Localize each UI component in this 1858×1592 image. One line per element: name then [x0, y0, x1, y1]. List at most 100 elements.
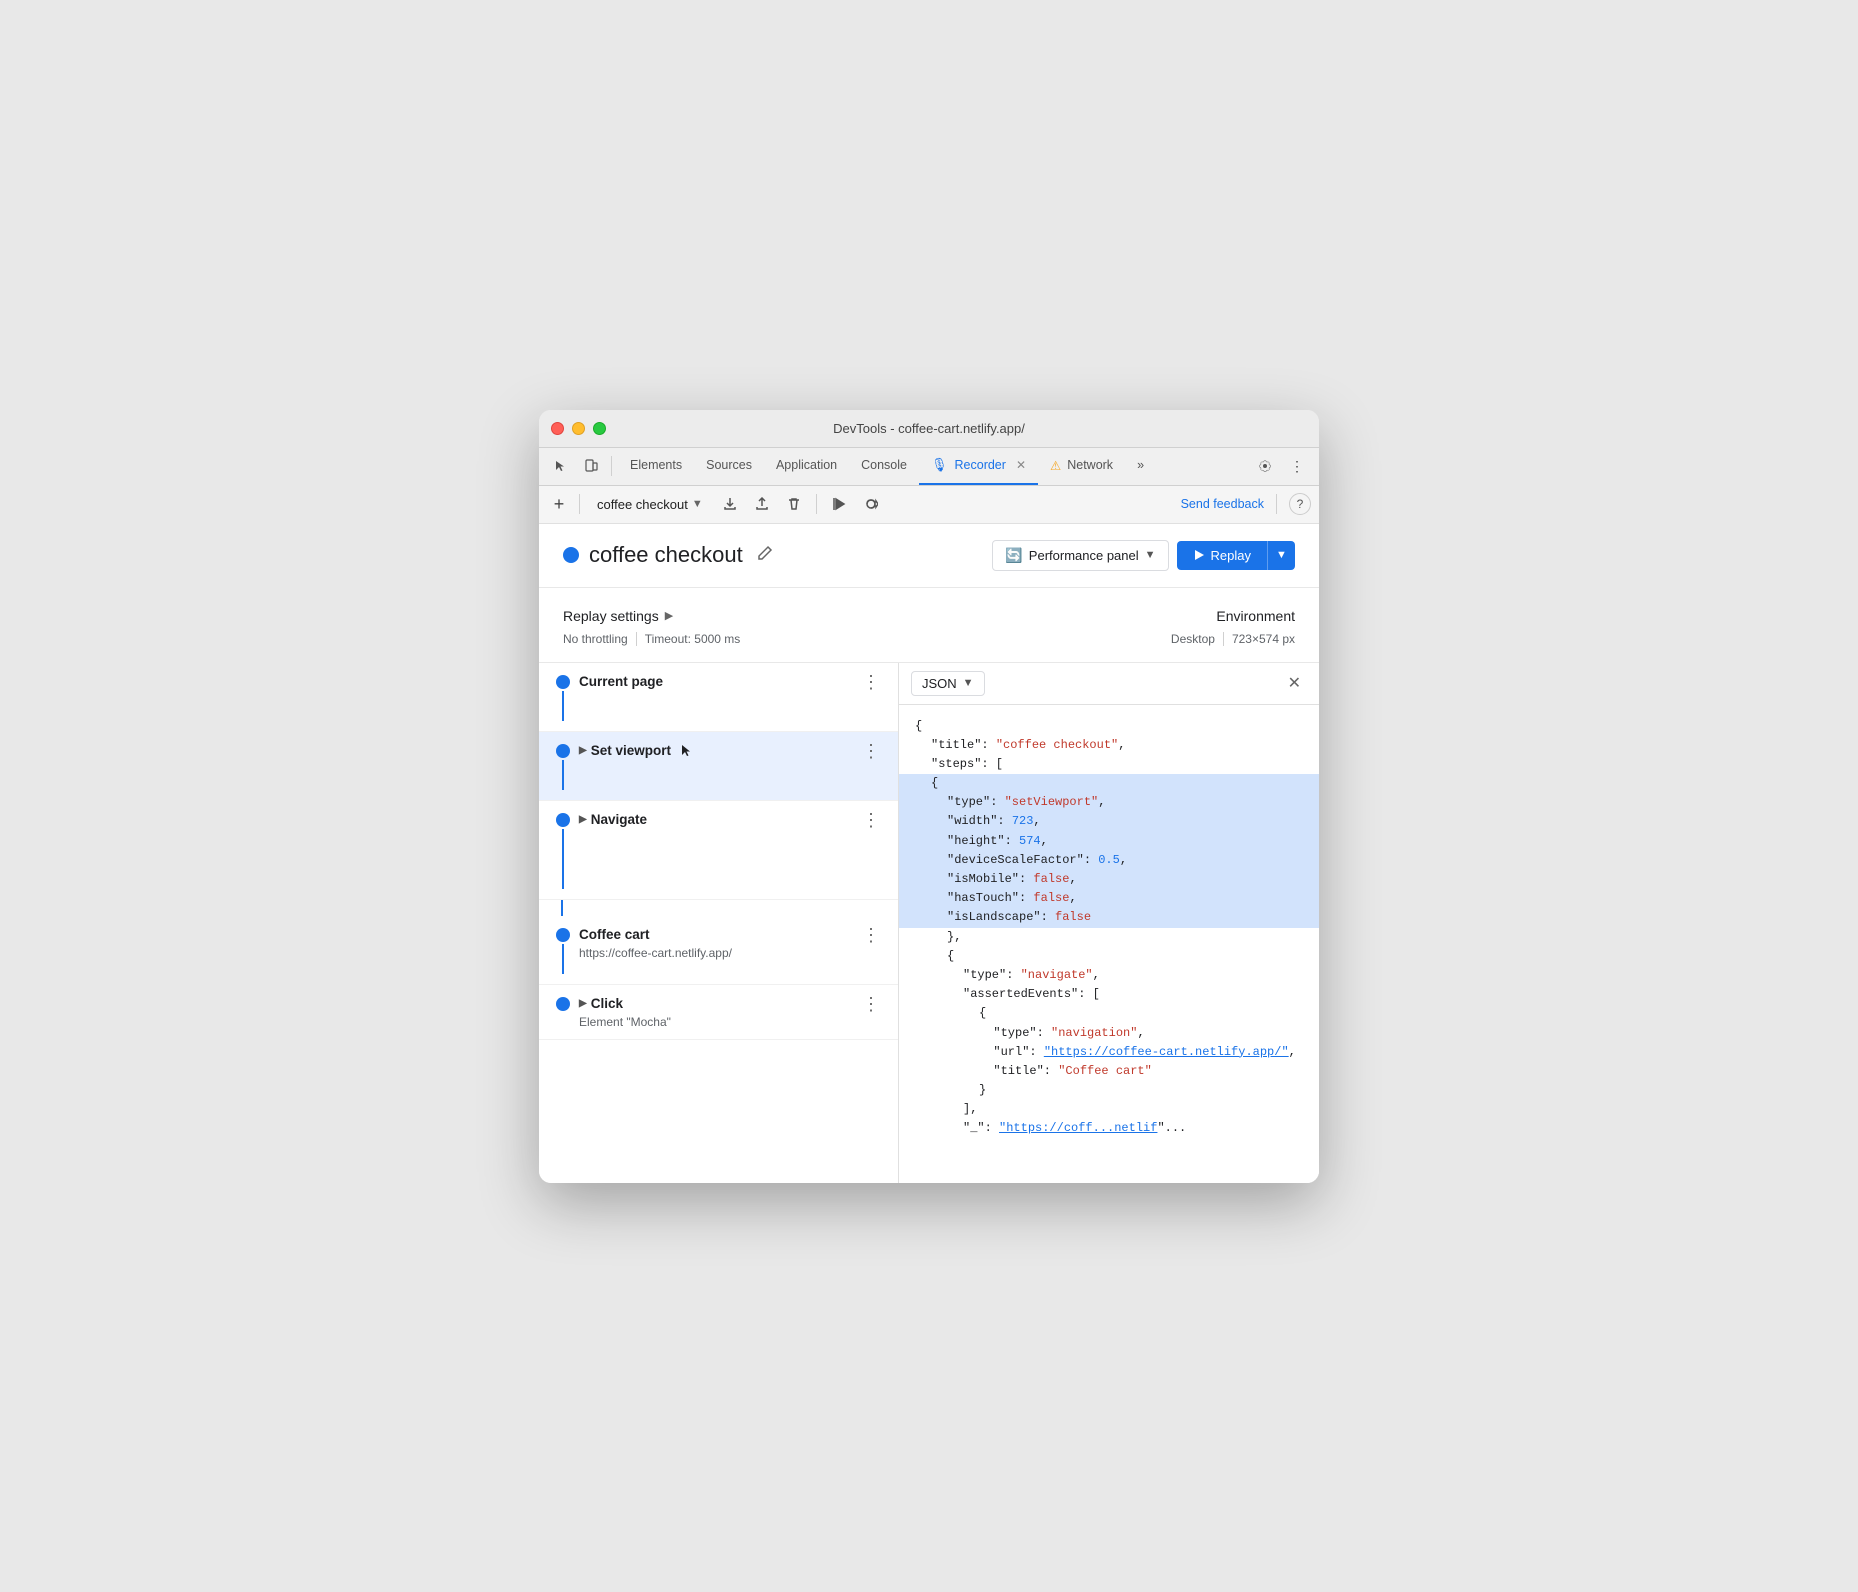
- tab-network[interactable]: ⚠ Network: [1038, 447, 1125, 485]
- json-line-highlight: "hasTouch": false,: [899, 889, 1319, 908]
- traffic-lights: [551, 422, 606, 435]
- send-feedback-link[interactable]: Send feedback: [1181, 497, 1264, 511]
- step-dot: [556, 675, 570, 689]
- settings-section: Replay settings ▶ No throttling Timeout:…: [539, 588, 1319, 663]
- json-line: ],: [915, 1100, 1303, 1119]
- replay-dropdown-chevron-icon: ▼: [1276, 549, 1287, 561]
- recording-selector[interactable]: coffee checkout ▼: [588, 494, 712, 515]
- help-button[interactable]: ?: [1289, 493, 1311, 515]
- json-close-button[interactable]: ✕: [1282, 671, 1307, 695]
- step-dot-col-2: [547, 742, 579, 790]
- json-line: "type": "navigate",: [915, 966, 1303, 985]
- cursor-tool-button[interactable]: [547, 452, 575, 480]
- recording-title-group: coffee checkout: [563, 541, 777, 570]
- tab-recorder[interactable]: 🎙 Recorder ✕: [919, 447, 1038, 485]
- tab-elements[interactable]: Elements: [618, 447, 694, 485]
- step-subtitle-5: Element "Mocha": [579, 1015, 882, 1029]
- title-bar: DevTools - coffee-cart.netlify.app/: [539, 410, 1319, 448]
- json-line-highlight: "type": "setViewport",: [899, 793, 1319, 812]
- perf-panel-chevron-icon: ▼: [1145, 549, 1156, 561]
- tab-sources[interactable]: Sources: [694, 447, 764, 485]
- minimize-button[interactable]: [572, 422, 585, 435]
- settings-gear-button[interactable]: [1251, 452, 1279, 480]
- json-line: {: [915, 717, 1303, 736]
- step-set-viewport[interactable]: ▶ Set viewport ⋮: [539, 732, 898, 801]
- json-line: "_": "https://coff...netlif"...: [915, 1119, 1303, 1138]
- settings-meta: No throttling Timeout: 5000 ms: [563, 632, 740, 646]
- step-line: [562, 691, 564, 721]
- expand-arrow-icon: ▶: [579, 745, 587, 756]
- edit-title-button[interactable]: [753, 541, 777, 570]
- json-line: "title": "Coffee cart": [915, 1062, 1303, 1081]
- step-body-5: ▶ Click ⋮ Element "Mocha": [579, 995, 882, 1029]
- json-line-highlight: "deviceScaleFactor": 0.5,: [899, 851, 1319, 870]
- replay-button-group: Replay ▼: [1177, 541, 1295, 570]
- step-click[interactable]: ▶ Click ⋮ Element "Mocha": [539, 985, 898, 1040]
- step-click-menu-button[interactable]: ⋮: [860, 995, 882, 1013]
- tab-console[interactable]: Console: [849, 447, 919, 485]
- step-menu-button[interactable]: ⋮: [860, 673, 882, 691]
- tab-more[interactable]: »: [1125, 447, 1156, 485]
- expand-arrow-icon-2: ▶: [579, 814, 587, 825]
- json-line: },: [915, 928, 1303, 947]
- step-coffee-menu-button[interactable]: ⋮: [860, 926, 882, 944]
- step-play-button[interactable]: [825, 490, 853, 518]
- close-button[interactable]: [551, 422, 564, 435]
- step-dot-col-3: [547, 811, 579, 889]
- selector-chevron-icon: ▼: [692, 498, 703, 510]
- step-name: Current page: [579, 674, 663, 689]
- replay-dropdown-button[interactable]: ▼: [1267, 541, 1295, 570]
- step-name-4: Coffee cart: [579, 927, 650, 942]
- main-content: coffee checkout 🔄 Performance panel ▼: [539, 524, 1319, 1183]
- settings-arrow-icon: ▶: [665, 609, 673, 622]
- secondary-right: Send feedback ?: [1181, 493, 1311, 515]
- step-body-2: ▶ Set viewport ⋮: [579, 742, 882, 760]
- step-name-3: ▶ Navigate: [579, 812, 647, 827]
- step-body: Current page ⋮: [579, 673, 882, 691]
- step-name-row-5: ▶ Click ⋮: [579, 995, 882, 1013]
- recording-title: coffee checkout: [589, 542, 743, 568]
- devtools-window: DevTools - coffee-cart.netlify.app/ Elem…: [539, 410, 1319, 1183]
- step-dot-col-5: [547, 995, 579, 1011]
- device-toolbar-button[interactable]: [577, 452, 605, 480]
- json-format-select[interactable]: JSON ▼: [911, 671, 985, 696]
- step-current-page[interactable]: Current page ⋮: [539, 663, 898, 732]
- step-navigate-menu-button[interactable]: ⋮: [860, 811, 882, 829]
- step-dot-col: [547, 673, 579, 721]
- toolbar-right: ⋮: [1251, 452, 1311, 480]
- json-line: "title": "coffee checkout",: [915, 736, 1303, 755]
- json-line: {: [915, 947, 1303, 966]
- record-button[interactable]: [857, 490, 885, 518]
- json-line-highlight: "height": 574,: [899, 832, 1319, 851]
- secondary-toolbar: + coffee checkout ▼: [539, 486, 1319, 524]
- step-connector: [561, 900, 898, 916]
- json-line-highlight: "width": 723,: [899, 812, 1319, 831]
- sep4: [1276, 494, 1277, 514]
- step-dot-5: [556, 997, 570, 1011]
- expand-arrow-icon-3: ▶: [579, 998, 587, 1009]
- recorder-tab-close[interactable]: ✕: [1016, 458, 1026, 472]
- sep2: [579, 494, 580, 514]
- env-section: Environment Desktop 723×574 px: [1171, 608, 1295, 646]
- more-options-button[interactable]: ⋮: [1283, 452, 1311, 480]
- step-viewport-menu-button[interactable]: ⋮: [860, 742, 882, 760]
- json-line-highlight: "isLandscape": false: [899, 908, 1319, 927]
- new-recording-button[interactable]: +: [547, 492, 571, 516]
- performance-panel-button[interactable]: 🔄 Performance panel ▼: [992, 540, 1168, 571]
- step-coffee-cart[interactable]: Coffee cart ⋮ https://coffee-cart.netlif…: [539, 916, 898, 985]
- recording-status-dot: [563, 547, 579, 563]
- replay-main-button[interactable]: Replay: [1177, 541, 1267, 570]
- maximize-button[interactable]: [593, 422, 606, 435]
- json-line: "url": "https://coffee-cart.netlify.app/…: [915, 1043, 1303, 1062]
- step-navigate[interactable]: ▶ Navigate ⋮: [539, 801, 898, 900]
- json-line-highlight: "isMobile": false,: [899, 870, 1319, 889]
- export-button[interactable]: [716, 490, 744, 518]
- step-subtitle-4: https://coffee-cart.netlify.app/: [579, 946, 882, 960]
- step-line-3: [562, 829, 564, 889]
- tab-application[interactable]: Application: [764, 447, 849, 485]
- import-button[interactable]: [748, 490, 776, 518]
- sep3: [816, 494, 817, 514]
- replay-settings-title[interactable]: Replay settings ▶: [563, 608, 740, 624]
- delete-button[interactable]: [780, 490, 808, 518]
- network-warn-icon: ⚠: [1050, 458, 1061, 473]
